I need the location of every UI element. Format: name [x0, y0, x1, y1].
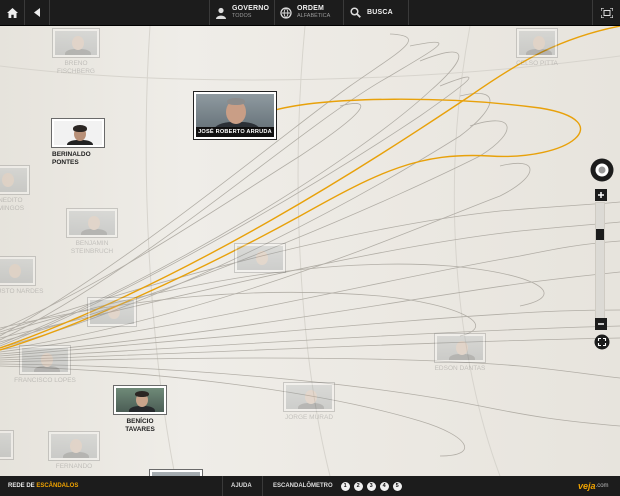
logo-text: veja [578, 481, 596, 491]
faded-node[interactable] [84, 298, 140, 326]
node-photo [49, 432, 99, 460]
node-label: JORGE MURAD [284, 414, 334, 421]
escandalometro-level-4[interactable]: 4 [379, 481, 389, 491]
toolbar-divider [222, 476, 223, 496]
toolbar-divider [209, 0, 210, 25]
toolbar-divider [49, 0, 50, 25]
faded-node[interactable]: EDSON DANTAS [430, 334, 490, 373]
faded-node[interactable] [0, 431, 14, 459]
person-icon [216, 7, 226, 19]
node-photo [88, 298, 136, 326]
fullscreen-button[interactable] [593, 0, 620, 25]
node-photo [0, 257, 35, 285]
toolbar-divider [408, 0, 409, 25]
app-brand: REDE DE ESCÂNDALOS [8, 476, 78, 496]
zoom-out-icon [595, 318, 607, 330]
toolbar-divider [274, 0, 275, 25]
globe-icon [280, 6, 292, 19]
ordem-value: ALFABÉTICA [297, 13, 331, 19]
node-label: BENEDITO DOMINGOS [0, 197, 25, 212]
node-label: EDSON DANTAS [434, 365, 486, 372]
zoom-in-button[interactable] [595, 188, 607, 201]
node-photo [0, 431, 13, 459]
node-photo [284, 383, 334, 411]
brand-highlight: ESCÂNDALOS [36, 483, 79, 489]
faded-node[interactable]: FERNANDO [44, 432, 104, 471]
busca-button[interactable]: BUSCA [346, 0, 406, 25]
zoom-slider-track[interactable] [595, 202, 605, 319]
ajuda-button[interactable]: AJUDA [231, 476, 252, 496]
node-label: BENÍCIO TAVARES [125, 418, 155, 433]
node-label: FERNANDO [55, 463, 93, 470]
faded-node[interactable]: CELSO PITTA [512, 29, 562, 68]
node-photo [0, 166, 29, 194]
faded-node[interactable] [232, 244, 288, 272]
fullscreen-icon [600, 7, 613, 18]
node-photo [67, 209, 117, 237]
busca-label: BUSCA [367, 8, 393, 16]
focus-name: JOSÉ ROBERTO ARRUDA [196, 127, 274, 137]
node-label: BERINALDO [52, 151, 91, 158]
brand-prefix: REDE DE [8, 483, 37, 489]
escandalometro-level-2[interactable]: 2 [353, 481, 363, 491]
focus-node[interactable]: JOSÉ ROBERTO ARRUDA [194, 92, 276, 139]
person-node[interactable]: BERINALDO PONTES [52, 119, 106, 167]
node-photo [235, 244, 285, 272]
faded-node[interactable]: BENJAMIN STEINBRUCH [60, 209, 124, 256]
back-arrow-icon [33, 8, 40, 17]
zoom-slider-handle[interactable] [596, 229, 604, 240]
governo-filter-button[interactable]: GOVERNO TODOS [212, 0, 272, 25]
governo-label: GOVERNO [232, 5, 270, 12]
node-label: BENJAMIN STEINBRUCH [70, 240, 114, 255]
logo-suffix: .com [595, 483, 609, 489]
home-icon [6, 7, 18, 18]
escandalometro-level-3[interactable]: 3 [366, 481, 376, 491]
bottom-bar: REDE DE ESCÂNDALOS AJUDA ESCANDALÔMETRO … [0, 476, 620, 496]
pan-control[interactable] [590, 158, 614, 182]
escandalometro-label: ESCANDALÔMETRO [273, 483, 333, 489]
zoom-in-icon [595, 189, 607, 201]
pan-control-icon [590, 158, 614, 182]
node-photo [114, 386, 166, 414]
toolbar-divider [343, 0, 344, 25]
escandalometro-level-1[interactable]: 1 [340, 481, 350, 491]
search-icon [350, 7, 361, 18]
escandalometro-level-5[interactable]: 5 [392, 481, 402, 491]
node-photo [435, 334, 485, 362]
governo-value: TODOS [232, 13, 252, 19]
escandalometro-control: ESCANDALÔMETRO 1 2 3 4 5 [273, 476, 402, 496]
node-photo [20, 346, 70, 374]
fit-view-icon [594, 334, 610, 350]
faded-node[interactable]: AUGUSTO NARDES [0, 257, 46, 296]
faded-node[interactable]: BENEDITO DOMINGOS [0, 166, 32, 213]
zoom-out-button[interactable] [595, 317, 607, 330]
faded-node[interactable]: BRENO FISCHBERG [48, 29, 104, 76]
network-graph[interactable]: BRENO FISCHBERG CELSO PITTA BENEDITO DOM… [0, 26, 620, 476]
node-label: AUGUSTO NARDES [0, 288, 44, 295]
veja-logo[interactable]: veja .com [578, 476, 609, 496]
toolbar-divider [262, 476, 263, 496]
faded-node[interactable]: FRANCISCO LOPES [14, 346, 76, 385]
node-photo [53, 29, 99, 57]
ordem-label: ORDEM [297, 5, 325, 12]
node-label: CELSO PITTA [516, 60, 558, 67]
ajuda-label: AJUDA [231, 483, 252, 489]
person-node[interactable]: BENÍCIO TAVARES [112, 386, 168, 434]
faded-node[interactable]: JORGE MURAD [278, 383, 340, 422]
node-label: BRENO FISCHBERG [57, 60, 95, 75]
node-photo [52, 119, 104, 147]
focus-photo: JOSÉ ROBERTO ARRUDA [194, 92, 276, 139]
back-button[interactable] [25, 0, 49, 25]
node-label: PONTES [52, 159, 79, 166]
ordem-sort-button[interactable]: ORDEM ALFABÉTICA [277, 0, 341, 25]
node-label: FRANCISCO LOPES [14, 377, 76, 384]
node-photo [517, 29, 557, 57]
home-button[interactable] [0, 0, 24, 25]
top-toolbar: GOVERNO TODOS ORDEM ALFABÉTICA BUSCA [0, 0, 620, 26]
fit-view-button[interactable] [594, 334, 610, 350]
